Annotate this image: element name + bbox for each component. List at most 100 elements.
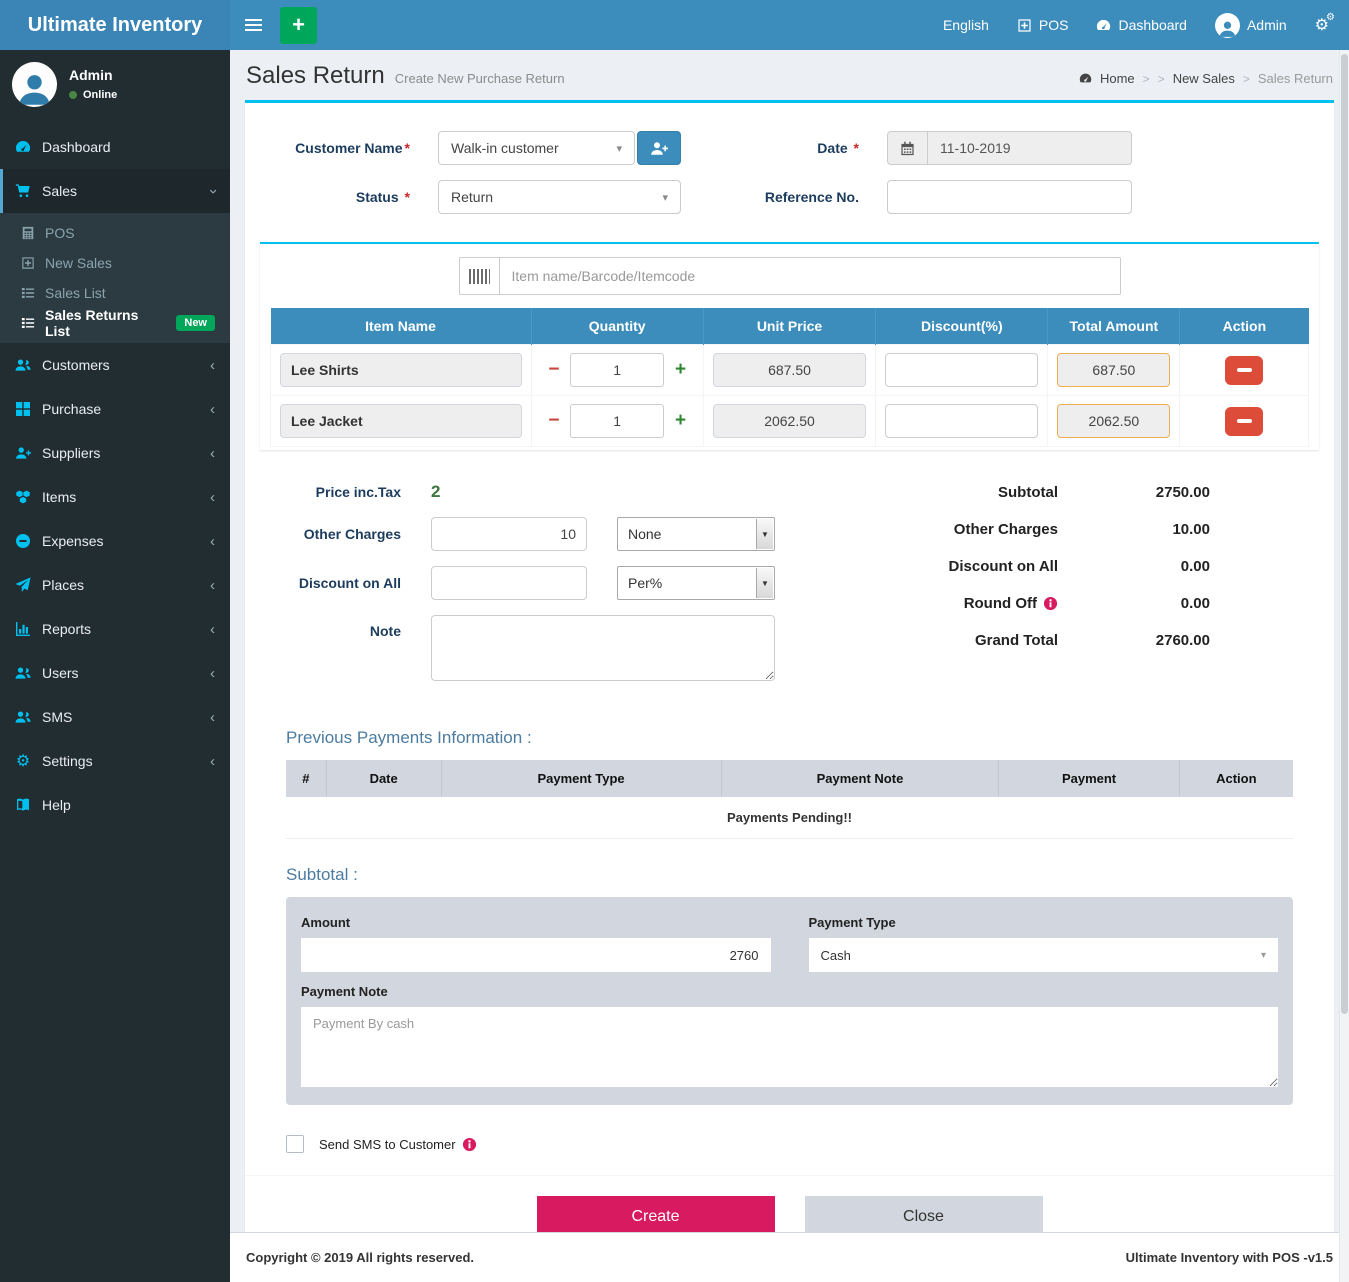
info-icon[interactable]: [1043, 596, 1058, 611]
chevron-left-icon: ‹: [210, 401, 215, 418]
sidebar-user-panel: Admin Online: [0, 50, 230, 121]
sidebar-item-help[interactable]: Help: [0, 783, 230, 827]
nav-dashboard-link[interactable]: Dashboard: [1096, 17, 1187, 33]
close-button[interactable]: Close: [805, 1196, 1043, 1232]
other-charges-total-value: 10.00: [1092, 521, 1210, 538]
qty-increase-button[interactable]: +: [667, 359, 694, 381]
sidebar-item-settings[interactable]: ⚙ Settings ‹: [0, 739, 230, 783]
select-arrow-icon: ▼: [756, 568, 773, 598]
sidebar-item-sms[interactable]: SMS ‹: [0, 695, 230, 739]
breadcrumb-home[interactable]: Home: [1100, 71, 1135, 86]
chevron-left-icon: ‹: [210, 665, 215, 682]
qty-decrease-button[interactable]: −: [541, 359, 568, 381]
home-gauge-icon: [1079, 72, 1092, 85]
bar-chart-icon: [15, 621, 31, 637]
price-inc-tax-value: 2: [431, 482, 440, 502]
status-select[interactable]: Return ▾: [438, 180, 681, 214]
page-scrollbar[interactable]: [1339, 50, 1349, 1282]
settings-gears-button[interactable]: ⚙⚙: [1315, 15, 1329, 35]
sidebar-toggle-button[interactable]: [230, 0, 276, 50]
price-inc-tax-label: Price inc.Tax: [245, 484, 401, 500]
chevron-left-icon: ‹: [210, 533, 215, 550]
create-button[interactable]: Create: [537, 1196, 775, 1232]
customer-name-label: Customer Name: [295, 140, 402, 156]
round-off-value: 0.00: [1092, 595, 1210, 612]
other-charges-input[interactable]: [431, 517, 587, 551]
page-title: Sales Return: [246, 62, 385, 90]
calendar-icon: [900, 141, 915, 156]
discount-input[interactable]: [885, 404, 1038, 438]
sidebar-item-dashboard[interactable]: Dashboard: [0, 125, 230, 169]
sidebar-item-new-sales[interactable]: New Sales: [0, 248, 230, 278]
sidebar-item-users[interactable]: Users ‹: [0, 651, 230, 695]
sidebar-item-customers[interactable]: Customers ‹: [0, 343, 230, 387]
col-payment-note: Payment Note: [721, 760, 999, 797]
quick-add-button[interactable]: +: [280, 7, 317, 44]
grid-icon: [15, 401, 31, 417]
add-customer-button[interactable]: [637, 131, 681, 165]
chevron-left-icon: ‹: [210, 577, 215, 594]
remove-item-button[interactable]: [1225, 356, 1263, 385]
caret-down-icon: ▾: [616, 142, 622, 155]
list-icon: [21, 286, 35, 300]
sidebar-item-sales-list[interactable]: Sales List: [0, 278, 230, 308]
user-menu[interactable]: Admin: [1215, 13, 1287, 38]
sidebar-item-places[interactable]: Places ‹: [0, 563, 230, 607]
minus-circle-icon: [15, 533, 31, 549]
page-footer: Copyright © 2019 All rights reserved. Ul…: [230, 1232, 1349, 1282]
nav-pos-link[interactable]: POS: [1017, 17, 1069, 33]
note-textarea[interactable]: [431, 615, 775, 681]
subtotal-heading: Subtotal :: [286, 865, 1293, 885]
sidebar-item-sales-returns-list[interactable]: Sales Returns List New: [0, 308, 230, 338]
item-search-input[interactable]: [499, 257, 1121, 295]
discount-input[interactable]: [885, 353, 1038, 387]
online-status-dot: [69, 91, 77, 99]
reference-no-input[interactable]: [887, 180, 1132, 214]
caret-down-icon: ▾: [662, 191, 668, 204]
customer-select[interactable]: Walk-in customer ▾: [438, 131, 635, 165]
qty-input[interactable]: [570, 353, 664, 387]
scrollbar-thumb[interactable]: [1341, 54, 1348, 1014]
avatar: [1215, 13, 1240, 38]
total-amount-input: [1057, 353, 1170, 387]
amount-input[interactable]: [301, 938, 771, 972]
qty-increase-button[interactable]: +: [667, 410, 694, 432]
chevron-left-icon: ‹: [210, 357, 215, 374]
sidebar-item-sales[interactable]: Sales ‹: [0, 169, 230, 213]
subtotal-label: Subtotal: [998, 484, 1058, 501]
payment-type-label: Payment Type: [809, 915, 1279, 930]
sidebar-item-reports[interactable]: Reports ‹: [0, 607, 230, 651]
sidebar-item-items[interactable]: Items ‹: [0, 475, 230, 519]
cart-icon: [15, 183, 31, 199]
discount-on-all-label: Discount on All: [245, 575, 401, 591]
totals-summary: Subtotal 2750.00 Other Charges 10.00 Dis…: [793, 482, 1334, 696]
users-icon: [15, 709, 31, 725]
avatar: [12, 62, 57, 107]
language-menu[interactable]: English: [943, 17, 989, 33]
calendar-addon[interactable]: [887, 131, 927, 165]
breadcrumb-current: Sales Return: [1258, 71, 1333, 86]
col-action: Action: [1179, 760, 1293, 797]
qty-decrease-button[interactable]: −: [541, 410, 568, 432]
minus-icon: [1237, 419, 1252, 423]
remove-item-button[interactable]: [1225, 407, 1263, 436]
brand-logo[interactable]: Ultimate Inventory: [0, 0, 230, 50]
info-icon[interactable]: [462, 1137, 477, 1152]
breadcrumb-new-sales[interactable]: New Sales: [1173, 71, 1235, 86]
payment-panel: Amount Payment Type Cash ▾ Payment Note: [286, 897, 1293, 1105]
discount-on-all-input[interactable]: [431, 566, 587, 600]
sidebar-item-expenses[interactable]: Expenses ‹: [0, 519, 230, 563]
sidebar: Admin Online Dashboard Sales ‹ POS New S…: [0, 50, 230, 1282]
payment-type-select[interactable]: Cash ▾: [809, 938, 1279, 972]
payment-note-textarea[interactable]: [301, 1007, 1278, 1087]
sidebar-item-purchase[interactable]: Purchase ‹: [0, 387, 230, 431]
user-plus-icon: [650, 141, 668, 156]
qty-input[interactable]: [570, 404, 664, 438]
send-sms-checkbox[interactable]: [286, 1135, 304, 1153]
sidebar-item-pos[interactable]: POS: [0, 218, 230, 248]
discount-type-select[interactable]: Per% ▼: [617, 566, 775, 600]
sidebar-item-suppliers[interactable]: Suppliers ‹: [0, 431, 230, 475]
other-charges-type-select[interactable]: None ▼: [617, 517, 775, 551]
date-input[interactable]: [927, 131, 1132, 165]
subtotal-value: 2750.00: [1092, 484, 1210, 501]
